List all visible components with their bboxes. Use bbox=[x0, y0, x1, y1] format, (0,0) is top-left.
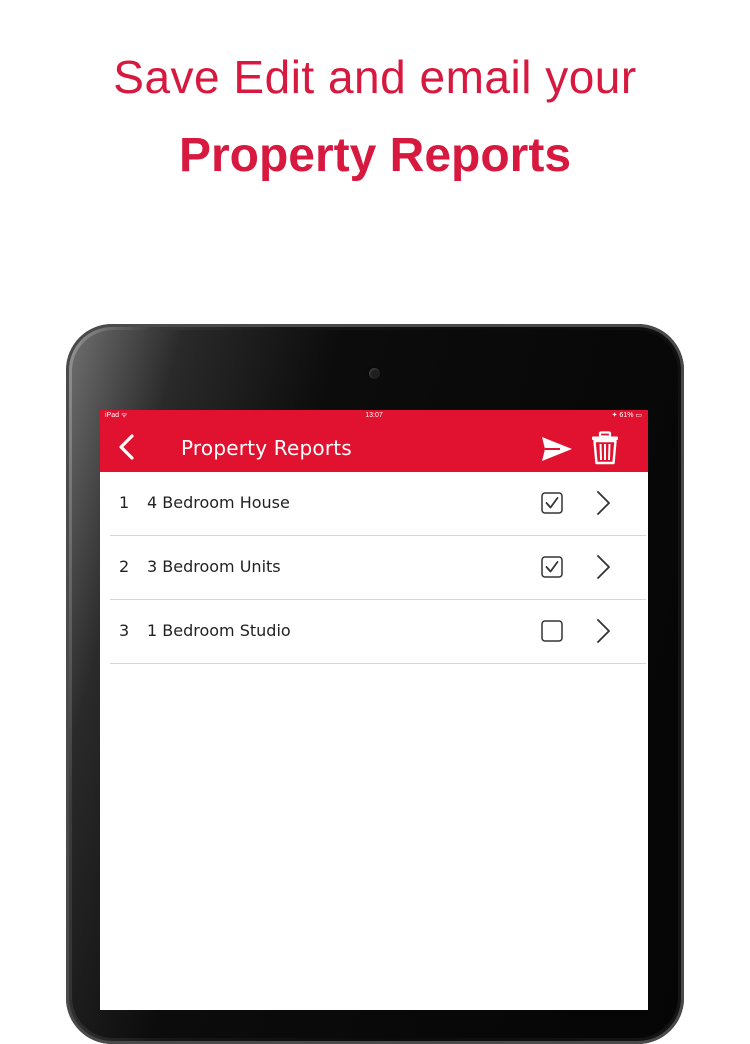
send-icon bbox=[542, 437, 572, 461]
report-name: 1 Bedroom Studio bbox=[147, 621, 291, 640]
report-number: 2 bbox=[119, 557, 130, 576]
chevron-right-icon[interactable] bbox=[594, 618, 612, 644]
app-screen: iPad ᯤ 13:07 ✦ 61% ▭ Property Reports 1 … bbox=[100, 410, 648, 1010]
navigation-bar: Property Reports bbox=[100, 422, 648, 472]
page-title: Property Reports bbox=[181, 436, 352, 460]
status-time: 13:07 bbox=[365, 412, 383, 419]
status-bar: iPad ᯤ 13:07 ✦ 61% ▭ bbox=[100, 410, 648, 422]
email-send-button[interactable] bbox=[540, 434, 574, 464]
report-row[interactable]: 3 1 Bedroom Studio bbox=[110, 600, 646, 664]
status-battery: ✦ 61% ▭ bbox=[611, 412, 642, 419]
checkbox-checked-icon[interactable] bbox=[541, 556, 563, 578]
checkbox-unchecked-icon[interactable] bbox=[541, 620, 563, 642]
report-number: 1 bbox=[119, 493, 130, 512]
report-row[interactable]: 2 3 Bedroom Units bbox=[110, 536, 646, 600]
report-row[interactable]: 1 4 Bedroom House bbox=[110, 472, 646, 536]
report-number: 3 bbox=[119, 621, 130, 640]
report-name: 4 Bedroom House bbox=[147, 493, 290, 512]
headline-line-2: Property Reports bbox=[178, 129, 572, 182]
checkbox-checked-icon[interactable] bbox=[541, 492, 563, 514]
camera-icon bbox=[369, 368, 380, 379]
headline-line-1: Save Edit and email your bbox=[113, 51, 637, 103]
chevron-left-icon bbox=[119, 434, 134, 460]
chevron-right-icon[interactable] bbox=[594, 490, 612, 516]
reports-list: 1 4 Bedroom House 2 3 Bedroom Units 3 1 bbox=[110, 472, 646, 664]
back-button[interactable] bbox=[114, 433, 142, 461]
delete-button[interactable] bbox=[590, 431, 620, 465]
report-name: 3 Bedroom Units bbox=[147, 557, 281, 576]
chevron-right-icon[interactable] bbox=[594, 554, 612, 580]
trash-icon bbox=[592, 431, 618, 465]
